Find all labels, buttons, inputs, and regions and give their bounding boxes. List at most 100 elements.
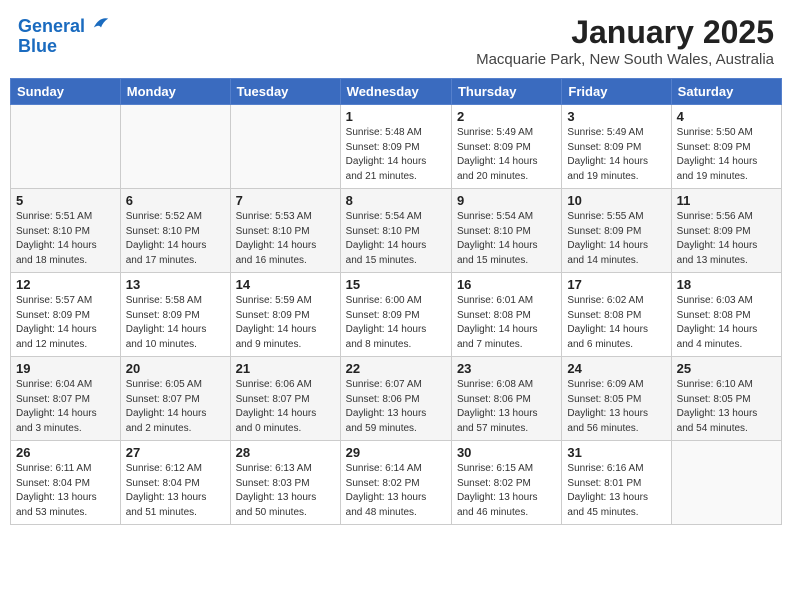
day-number: 28 [236, 445, 335, 460]
day-info: Sunrise: 5:51 AM Sunset: 8:10 PM Dayligh… [16, 210, 115, 268]
calendar-cell: 5 Sunrise: 5:51 AM Sunset: 8:10 PM Daylig… [11, 189, 121, 273]
day-number: 18 [677, 277, 776, 292]
weekday-header-row: SundayMondayTuesdayWednesdayThursdayFrid… [11, 79, 782, 105]
day-info: Sunrise: 6:15 AM Sunset: 8:02 PM Dayligh… [457, 462, 556, 520]
logo-text: General [18, 14, 110, 37]
calendar-cell: 19Sunrise: 6:04 AM Sunset: 8:07 PM Dayli… [11, 357, 121, 441]
calendar-cell: 11Sunrise: 5:56 AM Sunset: 8:09 PM Dayli… [671, 189, 781, 273]
calendar-cell: 20Sunrise: 6:05 AM Sunset: 8:07 PM Dayli… [120, 357, 230, 441]
weekday-header-sunday: Sunday [11, 79, 121, 105]
weekday-header-wednesday: Wednesday [340, 79, 451, 105]
day-info: Sunrise: 5:52 AM Sunset: 8:10 PM Dayligh… [126, 210, 225, 268]
calendar-week-row: 12 Sunrise: 5:57 AM Sunset: 8:09 PM Dayli… [11, 273, 782, 357]
day-info: Sunrise: 5:49 AM Sunset: 8:09 PM Dayligh… [567, 126, 665, 184]
calendar-cell: 28 Sunrise: 6:13 AM Sunset: 8:03 PM Dayli… [230, 441, 340, 525]
calendar-week-row: 19Sunrise: 6:04 AM Sunset: 8:07 PM Dayli… [11, 357, 782, 441]
day-number: 24 [567, 361, 665, 376]
day-info: Sunrise: 5:55 AM Sunset: 8:09 PM Dayligh… [567, 210, 665, 268]
day-info: Sunrise: 5:57 AM Sunset: 8:09 PM Dayligh… [16, 294, 115, 352]
day-number: 6 [126, 193, 225, 208]
weekday-header-tuesday: Tuesday [230, 79, 340, 105]
logo-blue: Blue [18, 37, 110, 57]
day-number: 15 [346, 277, 446, 292]
calendar-cell: 21 Sunrise: 6:06 AM Sunset: 8:07 PM Dayli… [230, 357, 340, 441]
calendar-cell: 6 Sunrise: 5:52 AM Sunset: 8:10 PM Daylig… [120, 189, 230, 273]
day-info: Sunrise: 5:49 AM Sunset: 8:09 PM Dayligh… [457, 126, 556, 184]
calendar-cell: 1 Sunrise: 5:48 AM Sunset: 8:09 PM Daylig… [340, 105, 451, 189]
calendar-cell: 14 Sunrise: 5:59 AM Sunset: 8:09 PM Dayli… [230, 273, 340, 357]
calendar-cell: 22Sunrise: 6:07 AM Sunset: 8:06 PM Dayli… [340, 357, 451, 441]
day-number: 7 [236, 193, 335, 208]
day-number: 14 [236, 277, 335, 292]
day-number: 23 [457, 361, 556, 376]
calendar-cell: 3Sunrise: 5:49 AM Sunset: 8:09 PM Daylig… [562, 105, 671, 189]
calendar-cell: 2Sunrise: 5:49 AM Sunset: 8:09 PM Daylig… [451, 105, 561, 189]
month-title: January 2025 [476, 14, 774, 51]
day-number: 31 [567, 445, 665, 460]
weekday-header-thursday: Thursday [451, 79, 561, 105]
weekday-header-saturday: Saturday [671, 79, 781, 105]
calendar-cell: 24 Sunrise: 6:09 AM Sunset: 8:05 PM Dayli… [562, 357, 671, 441]
day-number: 17 [567, 277, 665, 292]
day-number: 4 [677, 109, 776, 124]
calendar-cell [11, 105, 121, 189]
day-info: Sunrise: 6:14 AM Sunset: 8:02 PM Dayligh… [346, 462, 446, 520]
logo: General Blue [18, 14, 110, 57]
day-info: Sunrise: 6:09 AM Sunset: 8:05 PM Dayligh… [567, 378, 665, 436]
day-number: 8 [346, 193, 446, 208]
day-info: Sunrise: 6:11 AM Sunset: 8:04 PM Dayligh… [16, 462, 115, 520]
day-info: Sunrise: 6:12 AM Sunset: 8:04 PM Dayligh… [126, 462, 225, 520]
calendar-cell: 31Sunrise: 6:16 AM Sunset: 8:01 PM Dayli… [562, 441, 671, 525]
day-number: 12 [16, 277, 115, 292]
day-info: Sunrise: 5:59 AM Sunset: 8:09 PM Dayligh… [236, 294, 335, 352]
day-info: Sunrise: 6:08 AM Sunset: 8:06 PM Dayligh… [457, 378, 556, 436]
day-info: Sunrise: 6:03 AM Sunset: 8:08 PM Dayligh… [677, 294, 776, 352]
location-title: Macquarie Park, New South Wales, Austral… [476, 51, 774, 68]
day-info: Sunrise: 6:00 AM Sunset: 8:09 PM Dayligh… [346, 294, 446, 352]
day-info: Sunrise: 6:10 AM Sunset: 8:05 PM Dayligh… [677, 378, 776, 436]
page-header: General Blue January 2025 Macquarie Park… [10, 10, 782, 72]
weekday-header-monday: Monday [120, 79, 230, 105]
day-number: 25 [677, 361, 776, 376]
day-number: 27 [126, 445, 225, 460]
calendar-table: SundayMondayTuesdayWednesdayThursdayFrid… [10, 78, 782, 525]
day-number: 29 [346, 445, 446, 460]
calendar-cell: 16Sunrise: 6:01 AM Sunset: 8:08 PM Dayli… [451, 273, 561, 357]
day-info: Sunrise: 5:58 AM Sunset: 8:09 PM Dayligh… [126, 294, 225, 352]
day-info: Sunrise: 5:56 AM Sunset: 8:09 PM Dayligh… [677, 210, 776, 268]
weekday-header-friday: Friday [562, 79, 671, 105]
calendar-cell: 7Sunrise: 5:53 AM Sunset: 8:10 PM Daylig… [230, 189, 340, 273]
calendar-cell: 12 Sunrise: 5:57 AM Sunset: 8:09 PM Dayli… [11, 273, 121, 357]
day-number: 9 [457, 193, 556, 208]
day-info: Sunrise: 6:13 AM Sunset: 8:03 PM Dayligh… [236, 462, 335, 520]
day-number: 1 [346, 109, 446, 124]
calendar-cell [671, 441, 781, 525]
day-number: 10 [567, 193, 665, 208]
calendar-cell: 26Sunrise: 6:11 AM Sunset: 8:04 PM Dayli… [11, 441, 121, 525]
calendar-week-row: 26Sunrise: 6:11 AM Sunset: 8:04 PM Dayli… [11, 441, 782, 525]
calendar-cell: 13 Sunrise: 5:58 AM Sunset: 8:09 PM Dayli… [120, 273, 230, 357]
day-info: Sunrise: 6:05 AM Sunset: 8:07 PM Dayligh… [126, 378, 225, 436]
day-info: Sunrise: 6:06 AM Sunset: 8:07 PM Dayligh… [236, 378, 335, 436]
day-number: 5 [16, 193, 115, 208]
calendar-cell: 9Sunrise: 5:54 AM Sunset: 8:10 PM Daylig… [451, 189, 561, 273]
day-info: Sunrise: 6:01 AM Sunset: 8:08 PM Dayligh… [457, 294, 556, 352]
calendar-week-row: 5 Sunrise: 5:51 AM Sunset: 8:10 PM Daylig… [11, 189, 782, 273]
calendar-cell: 18 Sunrise: 6:03 AM Sunset: 8:08 PM Dayli… [671, 273, 781, 357]
calendar-cell: 23 Sunrise: 6:08 AM Sunset: 8:06 PM Dayli… [451, 357, 561, 441]
day-info: Sunrise: 5:54 AM Sunset: 8:10 PM Dayligh… [346, 210, 446, 268]
calendar-cell: 8 Sunrise: 5:54 AM Sunset: 8:10 PM Daylig… [340, 189, 451, 273]
title-block: January 2025 Macquarie Park, New South W… [476, 14, 774, 68]
calendar-cell [120, 105, 230, 189]
logo-general: General [18, 16, 85, 36]
calendar-week-row: 1 Sunrise: 5:48 AM Sunset: 8:09 PM Daylig… [11, 105, 782, 189]
day-info: Sunrise: 5:48 AM Sunset: 8:09 PM Dayligh… [346, 126, 446, 184]
calendar-cell: 29 Sunrise: 6:14 AM Sunset: 8:02 PM Dayli… [340, 441, 451, 525]
day-number: 30 [457, 445, 556, 460]
day-number: 21 [236, 361, 335, 376]
day-number: 13 [126, 277, 225, 292]
day-info: Sunrise: 6:04 AM Sunset: 8:07 PM Dayligh… [16, 378, 115, 436]
calendar-cell: 27 Sunrise: 6:12 AM Sunset: 8:04 PM Dayli… [120, 441, 230, 525]
calendar-cell: 10 Sunrise: 5:55 AM Sunset: 8:09 PM Dayli… [562, 189, 671, 273]
logo-bird-icon [92, 14, 110, 32]
